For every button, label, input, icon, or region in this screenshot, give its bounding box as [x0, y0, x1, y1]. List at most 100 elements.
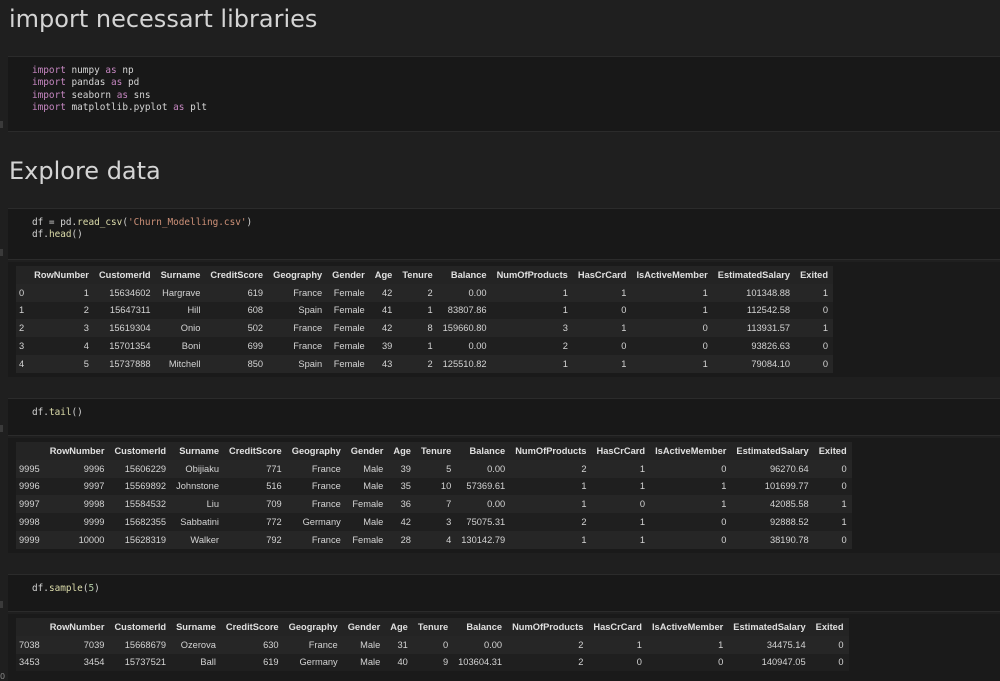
table-cell: 112542.58 [746, 305, 791, 316]
table-cell: 699 [247, 341, 264, 352]
table-cell: 0 [841, 481, 847, 492]
code-text: matplotlib.pyplot [65, 102, 174, 114]
table-cell: 39 [400, 463, 411, 474]
row-index: 3453 [19, 657, 40, 668]
column-header: Balance [437, 266, 492, 284]
table-cell: Male [363, 463, 384, 474]
table-cell: 83807.86 [447, 305, 487, 316]
dataframe-sample-table: RowNumber CustomerId Surname CreditScore Geo… [16, 618, 849, 672]
table-cell: 4 [83, 341, 89, 352]
table-cell: Onio [180, 323, 201, 334]
column-header: RowNumber [44, 618, 110, 636]
table-cell: 10 [440, 481, 452, 492]
column-header: EstimatedSalary [731, 442, 814, 460]
column-header: EstimatedSalary [712, 266, 796, 284]
table-cell: Female [333, 323, 365, 334]
table-row: 9998 9999 15682355 Sabbatini 772 Germany Male 4… [16, 513, 852, 531]
table-cell: 2 [581, 517, 587, 528]
code-editor[interactable]: df.tail() [32, 407, 83, 419]
table-cell: Mitchell [168, 358, 201, 369]
table-cell: 2 [83, 305, 89, 316]
cell-gutter [0, 121, 3, 128]
column-header: CreditScore [224, 442, 287, 460]
code-cell-imports[interactable]: import numpy as np import pandas as pd i… [0, 56, 1000, 132]
code-text: ) [246, 217, 253, 228]
column-header [16, 618, 45, 636]
table-cell: 0 [718, 657, 724, 668]
column-header: CustomerId [109, 442, 172, 460]
column-header: HasCrCard [591, 442, 651, 460]
table-cell: 1 [621, 323, 627, 334]
table-row: 9995 9996 15606229 Obijiaku 771 France Male 39 5… [16, 459, 852, 478]
table-cell: 3 [83, 323, 89, 334]
column-header: Exited [813, 442, 852, 460]
table-cell: 113931.57 [746, 323, 791, 334]
column-header: NumOfProducts [510, 442, 592, 460]
section-title-explore: Explore data [9, 157, 161, 185]
table-cell: 502 [247, 323, 264, 334]
table-cell: 0 [721, 463, 727, 474]
row-index: 3 [19, 341, 25, 352]
table-header-row: RowNumber CustomerId Surname CreditScore Geo… [16, 618, 849, 636]
table-cell: 0 [621, 341, 627, 352]
table-cell: Johnstone [176, 481, 220, 492]
table-cell: 0 [822, 358, 829, 369]
code-keyword: as [105, 65, 117, 76]
code-text: numpy [65, 65, 106, 76]
column-header: RowNumber [29, 266, 94, 284]
table-cell: 1 [841, 517, 847, 528]
table-cell: Germany [302, 517, 341, 528]
table-cell: 42085.58 [769, 499, 809, 510]
code-cell-read-csv[interactable]: df = pd.read_csv('Churn_Modelling.csv') … [0, 208, 1000, 260]
table-cell: 31 [397, 639, 408, 650]
table-cell: 0 [838, 639, 844, 650]
column-header: HasCrCard [588, 618, 647, 636]
table-cell: Sabbatini [180, 517, 220, 528]
table-cell: 15619304 [109, 323, 151, 334]
table-cell: 1 [581, 499, 587, 510]
table-cell: 42 [381, 323, 393, 334]
table-cell: 0 [636, 657, 642, 668]
cell-gutter [0, 249, 3, 256]
row-index: 4 [19, 358, 25, 369]
table-cell: 28 [400, 534, 411, 545]
table-cell: 1 [636, 639, 642, 650]
code-text: plt [184, 102, 207, 114]
table-cell: 101348.88 [746, 287, 791, 298]
table-cell: 0 [841, 534, 847, 545]
code-text: df. [32, 229, 49, 241]
table-row: 7038 7039 15668679 Ozerova 630 France Male 31 0 0… [16, 635, 849, 654]
table-cell: 1 [702, 287, 708, 298]
table-row: 3 4 15701354 Boni 699 France Female 39 1 0.00 2 0 0 9… [16, 337, 834, 355]
code-string: 'Churn_Modelling.csv' [127, 217, 247, 228]
table-cell: 0.00 [487, 463, 506, 474]
table-cell: Male [363, 481, 384, 492]
code-editor[interactable]: df.sample(5) [32, 583, 100, 595]
table-cell: France [311, 463, 341, 474]
code-editor[interactable]: import numpy as np import pandas as pd i… [32, 65, 207, 115]
table-cell: 0 [702, 323, 708, 334]
column-header: Gender [345, 442, 389, 460]
table-cell: 0 [841, 463, 847, 474]
code-cell-tail[interactable]: df.tail() [0, 398, 1000, 436]
table-cell: 5 [446, 463, 452, 474]
code-function: read_csv [77, 217, 123, 228]
table-cell: 75075.31 [466, 517, 506, 528]
code-keyword: as [116, 89, 128, 101]
table-cell: 15628319 [124, 534, 167, 545]
table-cell: 96270.64 [769, 463, 809, 474]
table-cell: 1 [562, 358, 568, 369]
code-editor[interactable]: df = pd.read_csv('Churn_Modelling.csv') … [32, 217, 252, 242]
code-cell-sample[interactable]: df.sample(5) [0, 574, 1000, 612]
row-index: 7038 [19, 639, 40, 650]
column-header: Geography [268, 266, 328, 284]
table-cell: 15647311 [109, 305, 151, 316]
table-cell: 3 [446, 517, 452, 528]
table-cell: Boni [181, 341, 201, 352]
table-cell: 1 [562, 305, 568, 316]
table-cell: 101699.77 [764, 481, 809, 492]
table-row: 9999 10000 15628319 Walker 792 France Female 28… [16, 530, 852, 549]
table-cell: Spain [298, 358, 323, 369]
table-cell: 1 [718, 639, 724, 650]
table-cell: Spain [298, 305, 323, 316]
